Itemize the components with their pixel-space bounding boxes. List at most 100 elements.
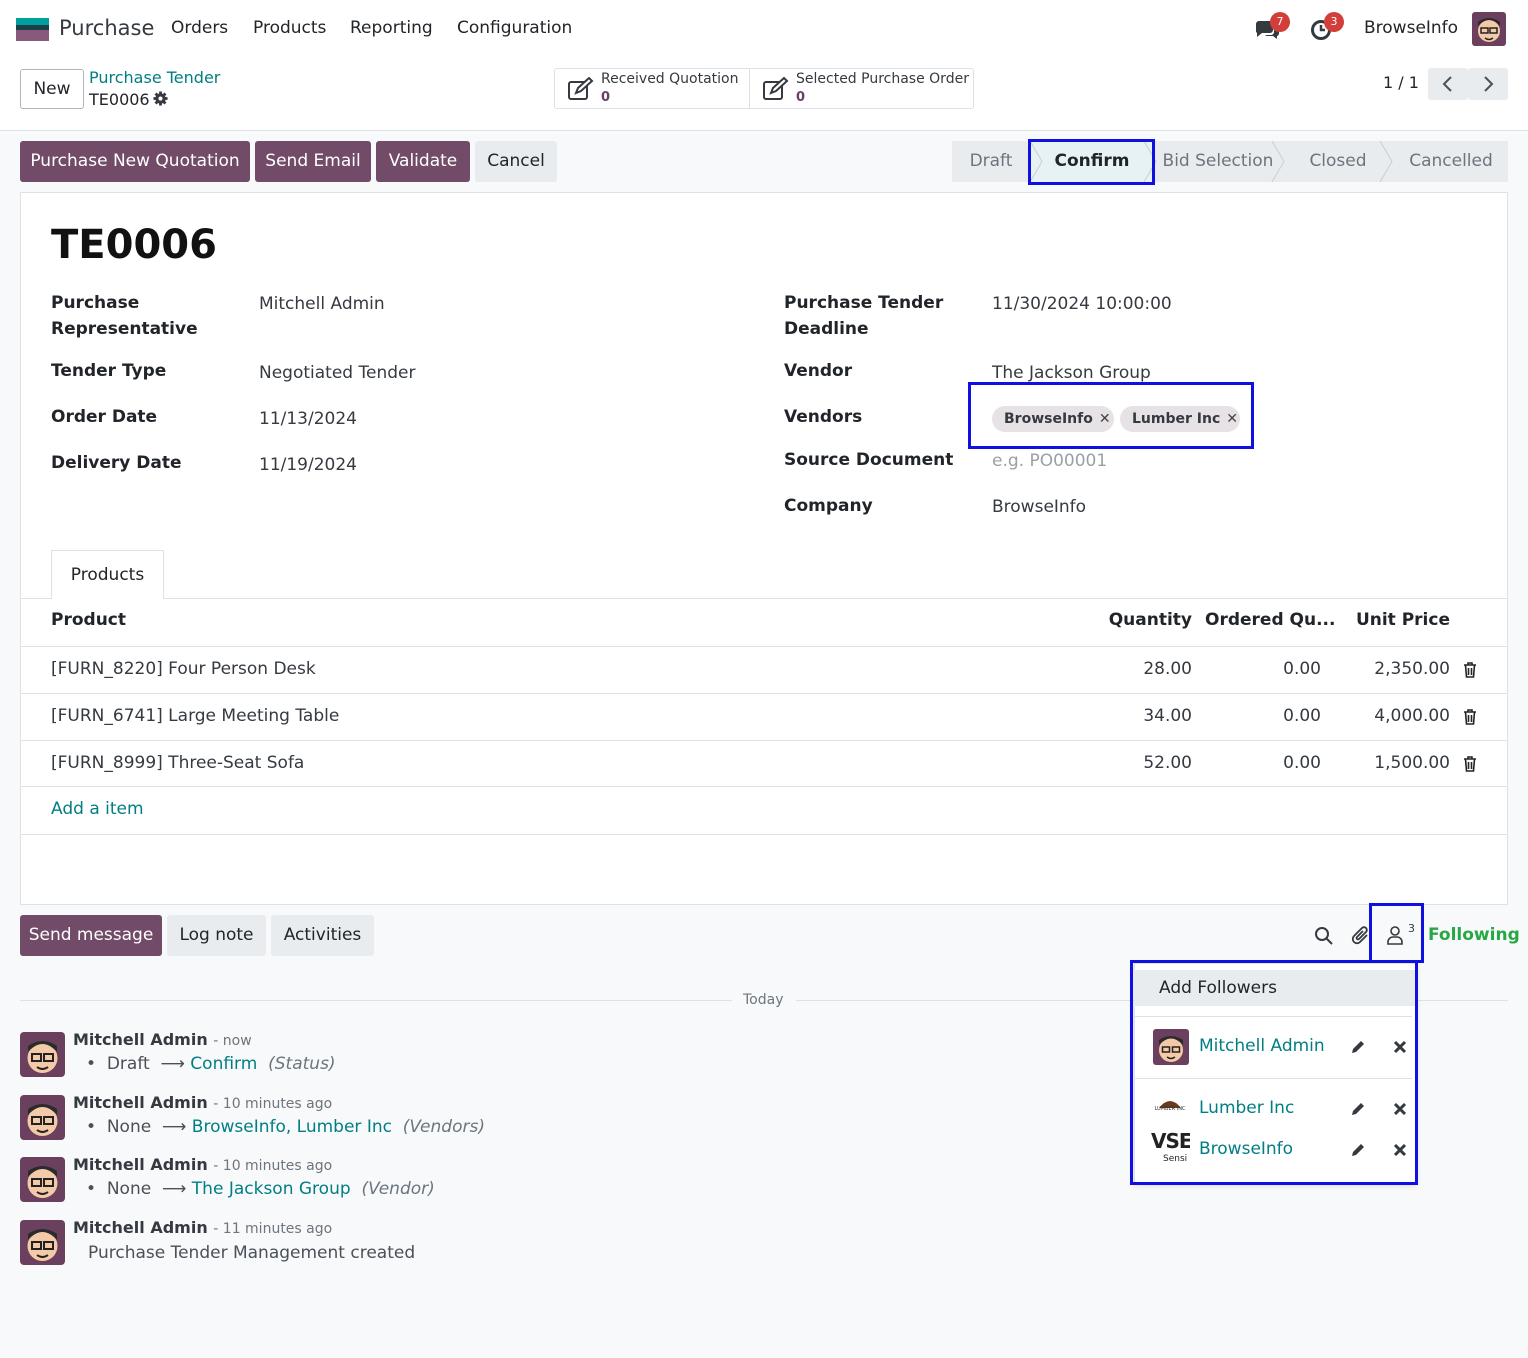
field-company[interactable]: BrowseInfo bbox=[992, 494, 1086, 520]
author-avatar[interactable] bbox=[20, 1157, 65, 1202]
user-avatar[interactable] bbox=[1472, 12, 1506, 46]
highlight-followers-button bbox=[1369, 903, 1424, 963]
highlight-confirm-stage bbox=[1028, 139, 1155, 185]
source-document-input[interactable]: e.g. PO00001 bbox=[992, 448, 1107, 474]
field-tender-type[interactable]: Negotiated Tender bbox=[259, 360, 415, 386]
new-value: Confirm bbox=[190, 1054, 258, 1074]
smart-buttons: Received Quotation 0 Selected Purchase O… bbox=[554, 68, 974, 109]
following-toggle[interactable]: Following bbox=[1428, 925, 1520, 945]
new-value: The Jackson Group bbox=[191, 1179, 351, 1199]
app-logo-icon[interactable] bbox=[16, 18, 49, 41]
tracking-line: • Draft ⟶ Confirm (Status) bbox=[86, 1054, 336, 1074]
menu-products[interactable]: Products bbox=[253, 18, 326, 38]
message-body: Purchase Tender Management created bbox=[88, 1243, 416, 1263]
field-tender-deadline[interactable]: 11/30/2024 10:00:00 bbox=[992, 291, 1172, 317]
activities-badge: 3 bbox=[1324, 12, 1344, 32]
messages-badge: 7 bbox=[1270, 12, 1290, 32]
row-3-ordered-qty[interactable]: 0.00 bbox=[1220, 753, 1321, 773]
author-avatar[interactable] bbox=[20, 1220, 65, 1265]
tracked-field: (Vendors) bbox=[402, 1117, 485, 1137]
row-1-unit-price[interactable]: 2,350.00 bbox=[1340, 659, 1450, 679]
message-author[interactable]: Mitchell Admin - now bbox=[73, 1030, 252, 1049]
menu-reporting[interactable]: Reporting bbox=[350, 18, 433, 38]
selected-purchase-order-count: 0 bbox=[796, 90, 806, 105]
send-email-button[interactable]: Send Email bbox=[255, 141, 371, 182]
field-purchase-representative[interactable]: Mitchell Admin bbox=[259, 291, 385, 317]
edit-document-icon bbox=[763, 77, 789, 100]
row-1-product[interactable]: [FURN_8220] Four Person Desk bbox=[51, 659, 316, 679]
field-order-date[interactable]: 11/13/2024 bbox=[259, 406, 357, 432]
label-source-document: Source Document bbox=[784, 450, 954, 470]
search-icon[interactable] bbox=[1314, 926, 1334, 946]
message-author[interactable]: Mitchell Admin - 10 minutes ago bbox=[73, 1155, 332, 1174]
author-name[interactable]: Mitchell Admin bbox=[73, 1093, 208, 1112]
selected-purchase-order-label: Selected Purchase Order bbox=[796, 71, 969, 87]
cancel-button[interactable]: Cancel bbox=[475, 141, 557, 182]
add-item-link[interactable]: Add a item bbox=[51, 799, 144, 819]
table-bottom-divider bbox=[20, 834, 1508, 835]
send-message-button[interactable]: Send message bbox=[20, 915, 162, 956]
row-3-quantity[interactable]: 52.00 bbox=[1100, 753, 1192, 773]
validate-button[interactable]: Validate bbox=[376, 141, 470, 182]
new-button[interactable]: New bbox=[20, 69, 84, 109]
message-time: - 11 minutes ago bbox=[213, 1221, 333, 1237]
label-company: Company bbox=[784, 496, 873, 516]
row-divider bbox=[20, 740, 1508, 741]
tab-divider bbox=[20, 598, 1508, 599]
author-avatar[interactable] bbox=[20, 1095, 65, 1140]
row-2-product[interactable]: [FURN_6741] Large Meeting Table bbox=[51, 706, 339, 726]
received-quotation-button[interactable]: Received Quotation 0 bbox=[555, 69, 750, 108]
chevron-left-icon bbox=[1442, 76, 1452, 92]
row-2-quantity[interactable]: 34.00 bbox=[1100, 706, 1192, 726]
column-quantity[interactable]: Quantity bbox=[1100, 610, 1192, 630]
purchase-new-quotation-button[interactable]: Purchase New Quotation bbox=[20, 141, 250, 182]
message-time: - 10 minutes ago bbox=[213, 1096, 333, 1112]
column-unit-price[interactable]: Unit Price bbox=[1340, 610, 1450, 630]
company-switcher[interactable]: BrowseInfo bbox=[1364, 18, 1458, 38]
menu-orders[interactable]: Orders bbox=[171, 18, 228, 38]
row-3-unit-price[interactable]: 1,500.00 bbox=[1340, 753, 1450, 773]
received-quotation-count: 0 bbox=[601, 90, 611, 105]
header-divider bbox=[20, 646, 1508, 647]
column-ordered-qty[interactable]: Ordered Qu... bbox=[1205, 610, 1335, 630]
activities-button[interactable]: Activities bbox=[271, 915, 374, 956]
selected-purchase-order-button[interactable]: Selected Purchase Order 0 bbox=[750, 69, 973, 108]
row-2-ordered-qty[interactable]: 0.00 bbox=[1220, 706, 1321, 726]
message-author[interactable]: Mitchell Admin - 11 minutes ago bbox=[73, 1218, 332, 1237]
row-1-ordered-qty[interactable]: 0.00 bbox=[1220, 659, 1321, 679]
app-name[interactable]: Purchase bbox=[59, 16, 154, 40]
row-2-unit-price[interactable]: 4,000.00 bbox=[1340, 706, 1450, 726]
author-name[interactable]: Mitchell Admin bbox=[73, 1030, 208, 1049]
menu-configuration[interactable]: Configuration bbox=[457, 18, 572, 38]
arrow-right-icon: ⟶ bbox=[162, 1179, 187, 1199]
message-time: - now bbox=[213, 1033, 252, 1049]
log-note-button[interactable]: Log note bbox=[167, 915, 266, 956]
label-vendor: Vendor bbox=[784, 361, 853, 381]
trash-icon[interactable] bbox=[1463, 662, 1477, 678]
row-1-quantity[interactable]: 28.00 bbox=[1100, 659, 1192, 679]
edit-document-icon bbox=[568, 77, 594, 100]
old-value: None bbox=[106, 1179, 152, 1199]
author-name[interactable]: Mitchell Admin bbox=[73, 1155, 208, 1174]
tab-products[interactable]: Products bbox=[51, 550, 164, 599]
new-value: BrowseInfo, Lumber Inc bbox=[191, 1117, 392, 1137]
tracked-field: (Status) bbox=[268, 1054, 336, 1074]
message-author[interactable]: Mitchell Admin - 10 minutes ago bbox=[73, 1093, 332, 1112]
label-purchase-representative: Purchase Representative bbox=[51, 293, 198, 339]
trash-icon[interactable] bbox=[1463, 709, 1477, 725]
breadcrumb-purchase-tender[interactable]: Purchase Tender bbox=[89, 68, 220, 87]
pager-previous-button[interactable] bbox=[1428, 68, 1468, 100]
gear-icon[interactable] bbox=[153, 91, 168, 106]
field-delivery-date[interactable]: 11/19/2024 bbox=[259, 452, 357, 478]
today-label: Today bbox=[743, 992, 784, 1008]
tracking-line: • None ⟶ BrowseInfo, Lumber Inc (Vendors… bbox=[86, 1117, 485, 1137]
author-name[interactable]: Mitchell Admin bbox=[73, 1218, 208, 1237]
row-divider bbox=[20, 786, 1508, 787]
paperclip-icon[interactable] bbox=[1351, 925, 1371, 947]
row-3-product[interactable]: [FURN_8999] Three-Seat Sofa bbox=[51, 753, 304, 773]
pager-value[interactable]: 1 / 1 bbox=[1383, 73, 1419, 92]
author-avatar[interactable] bbox=[20, 1032, 65, 1077]
pager-next-button[interactable] bbox=[1468, 68, 1508, 100]
trash-icon[interactable] bbox=[1463, 756, 1477, 772]
column-product[interactable]: Product bbox=[51, 610, 126, 630]
